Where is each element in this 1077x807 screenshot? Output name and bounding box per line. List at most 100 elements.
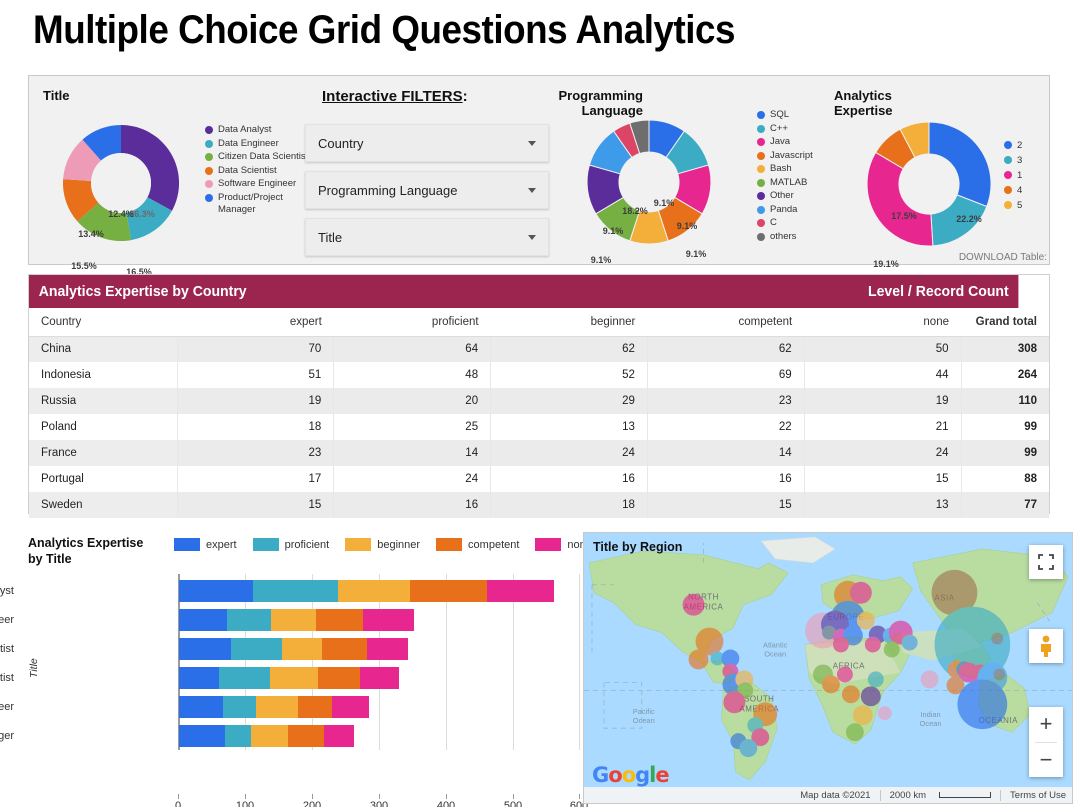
title-slice-value-3: 15.5% — [71, 261, 97, 271]
legend-swatch-icon — [757, 165, 765, 173]
legend-label: C++ — [770, 122, 788, 134]
bar-row-data-engineer[interactable] — [179, 609, 414, 631]
bar-segment-beginner — [270, 667, 319, 689]
legend-swatch-icon — [757, 124, 765, 133]
table-row[interactable]: France 23 14 24 14 24 99 — [29, 440, 1049, 466]
legend-swatch-icon — [1004, 201, 1012, 209]
table-row[interactable]: Poland 18 25 13 22 21 99 — [29, 414, 1049, 440]
table-row[interactable]: China 70 64 62 62 50 308 — [29, 336, 1049, 362]
col-proficient[interactable]: proficient — [333, 308, 491, 337]
filter-programming-language-label: Programming Language — [318, 182, 458, 198]
legend-item: 3 — [1004, 154, 1044, 168]
legend-label: Java — [770, 136, 791, 147]
cell-expert: 15 — [177, 492, 335, 518]
bar-segment-none — [332, 696, 369, 718]
legend-item: 5 — [1004, 199, 1044, 213]
legend-swatch-icon — [205, 126, 213, 134]
col-country[interactable]: Country — [29, 308, 177, 337]
svg-text:Ocean: Ocean — [764, 649, 786, 658]
cell-competent: 16 — [647, 466, 805, 492]
legend-item: SQL — [757, 109, 832, 122]
gridline — [579, 574, 580, 750]
cell-expert: 70 — [177, 336, 335, 362]
col-expert[interactable]: expert — [177, 308, 334, 337]
title-by-region-map[interactable]: Atlantic Ocean Pacific Ocean Indian Ocean N… — [583, 532, 1073, 804]
bar-segment-none — [324, 725, 354, 747]
map-data-attribution: Map data ©2021 — [800, 789, 871, 801]
bar-chart-plot-area: 0 100 200 300 400 500 600 Record Count — [175, 574, 588, 807]
legend-item: 1 — [1004, 169, 1044, 183]
bar-segment-none — [366, 638, 409, 660]
cell-expert: 19 — [177, 388, 335, 414]
zoom-in-button[interactable]: + — [1029, 707, 1063, 742]
legend-swatch-icon — [1004, 186, 1012, 194]
bar-row-software-engineer[interactable] — [179, 696, 369, 718]
legend-swatch-icon — [252, 538, 279, 551]
legend-label: Bash — [770, 163, 792, 174]
legend-swatch-icon — [757, 219, 765, 227]
table-row[interactable]: Sweden 15 16 18 15 13 77 — [29, 492, 1049, 518]
legend-swatch-icon — [436, 538, 463, 551]
terms-of-use-link[interactable]: Terms of Use — [1010, 790, 1066, 801]
map-scale-bar — [939, 792, 992, 798]
cell-country: Indonesia — [29, 362, 178, 388]
cell-beginner: 16 — [490, 466, 648, 492]
map-zoom-controls[interactable]: + − — [1029, 707, 1063, 777]
cell-total: 308 — [961, 336, 1049, 362]
col-none[interactable]: none — [804, 308, 961, 337]
col-competent[interactable]: competent — [647, 308, 805, 337]
bar-category-label-2: Citizen Data Scientist — [0, 643, 14, 655]
legend-item-proficient[interactable]: proficient — [252, 538, 329, 551]
download-table-link[interactable]: DOWNLOAD Table: — [959, 252, 1047, 263]
svg-text:Pacific: Pacific — [633, 707, 655, 716]
bar-segment-beginner — [251, 725, 289, 747]
cell-none: 50 — [804, 336, 962, 362]
bar-category-label-3: Data Scientist — [0, 672, 14, 684]
legend-swatch-icon — [345, 538, 372, 551]
filter-programming-language-dropdown[interactable]: Programming Language — [305, 171, 549, 209]
map-title: Title by Region — [593, 540, 683, 554]
legend-item: Javascript — [757, 150, 832, 163]
legend-label: 1 — [1017, 170, 1023, 181]
cell-country: France — [29, 440, 178, 466]
legend-item: Other — [757, 190, 832, 203]
bar-segment-proficient — [252, 580, 339, 602]
table-row[interactable]: Russia 19 20 29 23 19 110 — [29, 388, 1049, 414]
zoom-out-button[interactable]: − — [1029, 743, 1063, 778]
bar-row-product-project-manager[interactable] — [179, 725, 354, 747]
filter-title-dropdown[interactable]: Title — [305, 218, 549, 256]
table-row[interactable]: Portugal 17 24 16 16 15 88 — [29, 466, 1049, 492]
legend-label: others — [770, 230, 797, 242]
street-view-pegman-icon[interactable] — [1029, 629, 1063, 663]
table-row[interactable]: Indonesia 51 48 52 69 44 264 — [29, 362, 1049, 388]
bar-row-data-analyst[interactable] — [179, 580, 555, 602]
legend-item-expert[interactable]: expert — [174, 538, 237, 551]
svg-text:Atlantic: Atlantic — [763, 641, 788, 650]
fullscreen-icon[interactable] — [1029, 545, 1063, 579]
cell-total: 77 — [961, 492, 1049, 518]
bar-segment-competent — [297, 696, 333, 718]
svg-text:Indian: Indian — [920, 710, 940, 719]
page-title: Multiple Choice Grid Questions Analytics — [33, 8, 736, 52]
bar-row-data-scientist[interactable] — [179, 667, 399, 689]
bar-segment-none — [360, 667, 399, 689]
legend-swatch-icon — [1004, 156, 1012, 164]
cell-total: 110 — [961, 388, 1049, 414]
fullscreen-glyph — [1038, 554, 1054, 570]
legend-item: Citizen Data Scientist — [205, 151, 310, 164]
filter-country-dropdown[interactable]: Country — [305, 124, 549, 162]
lang-slice-value-2: 9.1% — [685, 249, 707, 259]
table-header-row: Country expert proficient beginner compe… — [29, 308, 1049, 337]
legend-item-beginner[interactable]: beginner — [345, 538, 420, 551]
legend-swatch-icon — [174, 538, 200, 551]
bar-row-citizen-data-scientist[interactable] — [179, 638, 409, 660]
cell-competent: 69 — [647, 362, 805, 388]
x-tick-3: 300 — [369, 800, 389, 807]
col-grand-total[interactable]: Grand total — [961, 308, 1049, 337]
legend-label: Data Engineer — [218, 137, 279, 149]
chevron-down-icon — [528, 140, 536, 146]
col-beginner[interactable]: beginner — [490, 308, 648, 337]
legend-item-competent[interactable]: competent — [436, 538, 519, 551]
filters-heading-underlined: Interactive FILTERS — [322, 88, 463, 105]
title-donut-legend: Data Analyst Data Engineer Citizen Data … — [205, 124, 310, 218]
